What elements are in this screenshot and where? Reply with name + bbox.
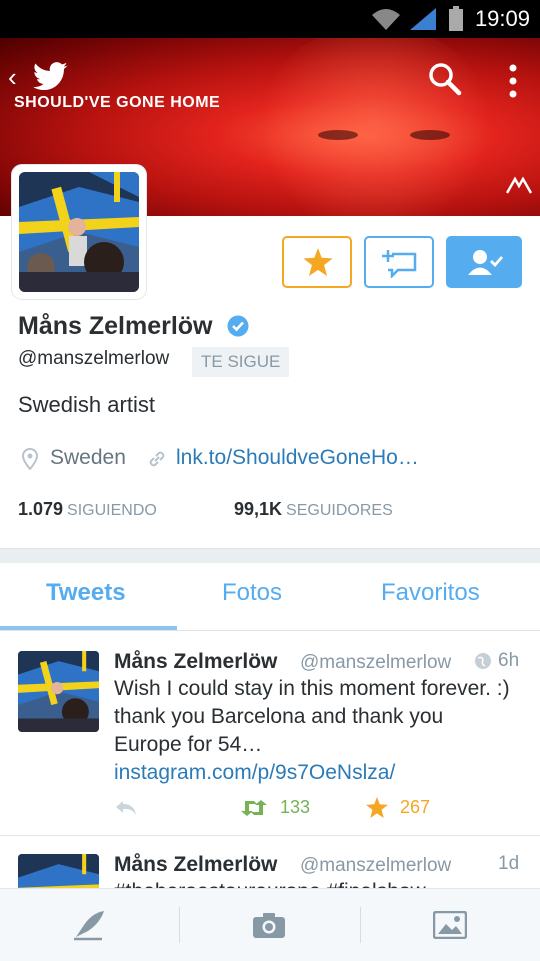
profile-handle: @manszelmerlow [18, 348, 170, 369]
camera-icon[interactable] [252, 911, 286, 939]
verified-badge-icon [227, 315, 249, 337]
tweet-item[interactable]: Måns Zelmerlöw @manszelmerlow 6h Wish I … [0, 631, 540, 836]
tab-photos[interactable]: Fotos [222, 579, 282, 607]
active-tab-indicator [0, 626, 177, 630]
battery-icon [449, 6, 463, 31]
avatar [19, 172, 139, 292]
search-icon[interactable] [428, 62, 462, 96]
follows-you-badge: TE SIGUE [192, 347, 290, 377]
wifi-icon [372, 9, 400, 30]
tab-favorites[interactable]: Favoritos [381, 579, 480, 607]
user-check-icon [468, 250, 504, 275]
tweet-item[interactable]: Måns Zelmerlöw @manszelmerlow 1d #theher… [0, 836, 540, 888]
retweet-icon[interactable] [240, 799, 268, 817]
gallery-icon[interactable] [433, 911, 467, 939]
following-label: SIGUIENDO [67, 502, 157, 519]
tweet-avatar[interactable] [18, 854, 99, 888]
tweet-author-handle: @manszelmerlow [300, 652, 452, 673]
tweet-author-name[interactable]: Måns Zelmerlöw [114, 650, 277, 674]
more-options-icon[interactable] [508, 64, 518, 100]
section-divider [0, 548, 540, 563]
compose-tweet-icon[interactable] [72, 909, 106, 941]
direct-message-button[interactable] [364, 236, 434, 288]
favorite-count: 267 [400, 797, 431, 817]
link-icon [149, 451, 165, 467]
tweet-avatar[interactable] [18, 651, 99, 732]
tweet-timestamp: 1d [498, 853, 520, 874]
back-arrow-icon[interactable]: ‹ [8, 64, 17, 90]
favorite-star-icon[interactable] [366, 797, 388, 818]
star-icon [303, 248, 333, 276]
tweet-text: Wish I could stay in this moment forever… [114, 675, 514, 787]
following-number: 1.079 [18, 499, 64, 519]
profile-website-link[interactable]: lnk.to/ShouldveGoneHo… [176, 446, 419, 470]
signal-icon [410, 8, 436, 30]
clock: 19:09 [474, 6, 530, 31]
tweet-link[interactable]: instagram.com/p/9s7OeNslza/ [114, 761, 395, 784]
tweet-timestamp: 6h [498, 650, 520, 671]
tweet-body: Wish I could stay in this moment forever… [114, 677, 510, 756]
artist-logo-icon [506, 176, 532, 194]
reply-icon[interactable] [114, 799, 138, 817]
followers-label: SEGUIDORES [286, 502, 393, 519]
following-count[interactable]: 1.079 SIGUIENDO [18, 499, 157, 520]
tab-tweets[interactable]: Tweets [46, 579, 126, 607]
following-button[interactable] [446, 236, 522, 288]
message-add-icon [382, 250, 417, 278]
banner-title: SHOULD'VE GONE HOME [14, 94, 221, 111]
globe-icon [475, 653, 491, 669]
followers-count[interactable]: 99,1K SEGUIDORES [234, 499, 393, 520]
status-bar: 19:09 [0, 0, 540, 38]
retweet-count: 133 [280, 797, 311, 817]
profile-bio: Swedish artist [18, 392, 155, 417]
profile-avatar-frame[interactable] [12, 165, 146, 299]
tweet-body: #theheroestoureurope #finalshow [114, 878, 514, 888]
profile-tabs: Tweets Fotos Favoritos [0, 562, 540, 631]
tweet-author-handle: @manszelmerlow [300, 855, 452, 876]
notifications-star-button[interactable] [282, 236, 352, 288]
followers-number: 99,1K [234, 499, 283, 519]
profile-location: Sweden [50, 446, 126, 469]
location-pin-icon [22, 448, 38, 470]
profile-name: Måns Zelmerlöw [18, 312, 213, 340]
bottom-compose-bar [0, 888, 540, 961]
tweet-author-name[interactable]: Måns Zelmerlöw [114, 853, 277, 877]
twitter-bird-icon [33, 62, 68, 91]
